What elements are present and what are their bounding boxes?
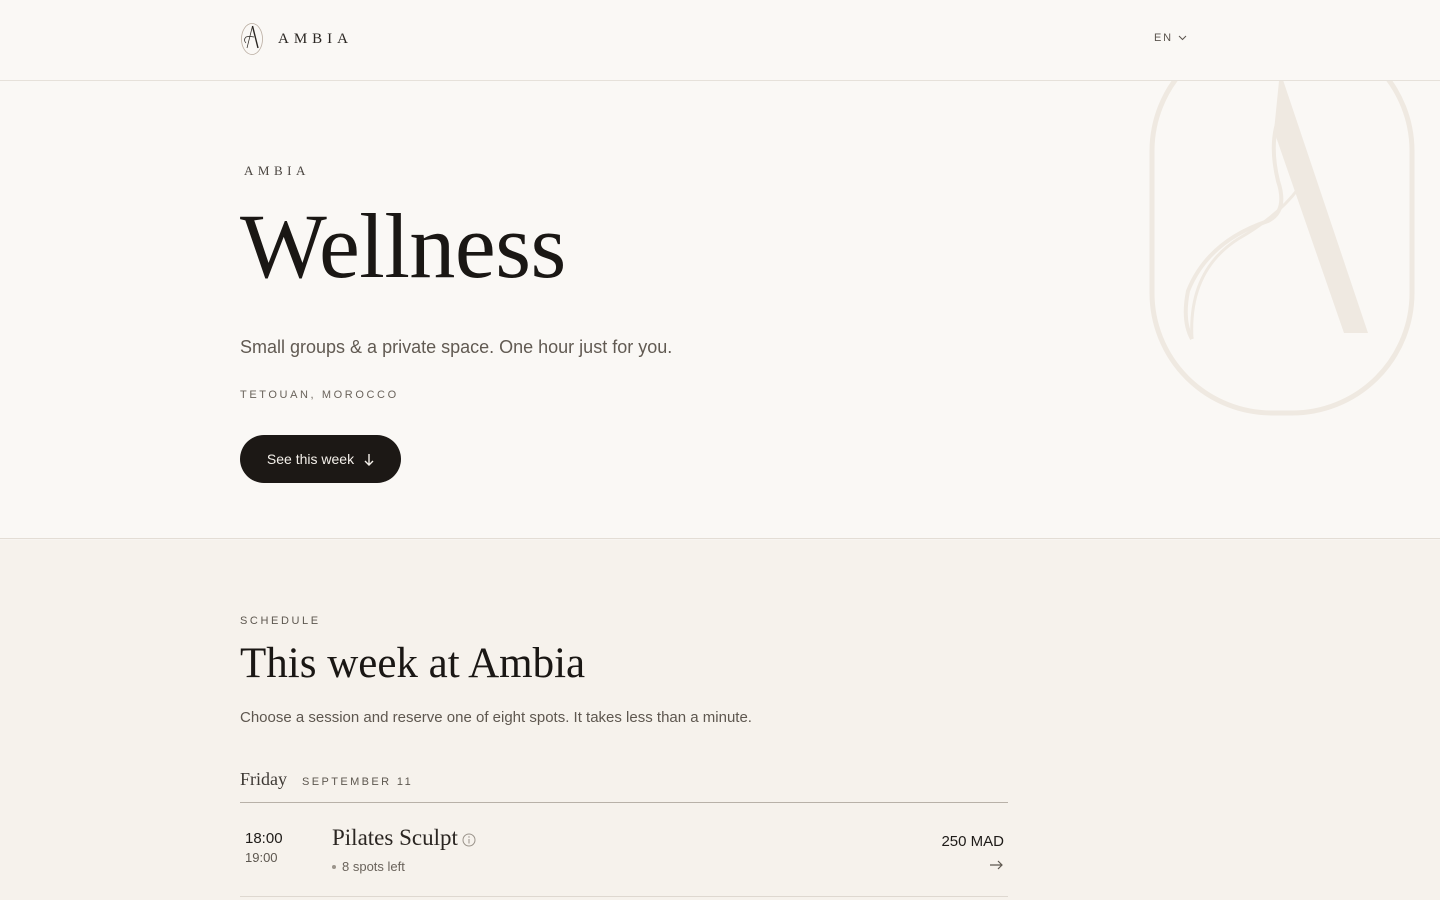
schedule-eyebrow: SCHEDULE xyxy=(240,615,321,627)
page-title: Wellness xyxy=(240,195,566,297)
spots-left-label: 8 spots left xyxy=(342,859,405,874)
language-label: EN xyxy=(1154,32,1173,44)
availability-dot xyxy=(332,864,336,869)
hero-eyebrow: AMBIA xyxy=(244,163,310,178)
arrow-right-icon[interactable] xyxy=(989,860,1003,870)
site-header: AMBIA EN xyxy=(0,0,1440,81)
day-header: Friday SEPTEMBER 11 xyxy=(240,769,1008,803)
schedule-section: SCHEDULE This week at Ambia Choose a ses… xyxy=(0,540,1440,900)
see-this-week-button[interactable]: See this week xyxy=(240,435,401,483)
day-name: Friday xyxy=(240,769,287,789)
arrow-down-icon xyxy=(364,453,374,466)
spots-left: 8 spots left xyxy=(332,859,405,874)
schedule-title: This week at Ambia xyxy=(240,640,586,687)
session-price: 250 MAD xyxy=(941,833,1004,850)
session-name: Pilates Sculpt xyxy=(332,825,458,850)
schedule-subtitle: Choose a session and reserve one of eigh… xyxy=(240,709,752,726)
cta-label: See this week xyxy=(266,451,355,467)
info-icon[interactable] xyxy=(462,833,476,847)
session-start-time: 18:00 xyxy=(245,830,283,847)
hero-subtitle: Small groups & a private space. One hour… xyxy=(240,337,673,357)
brand-name: AMBIA xyxy=(278,30,354,47)
session-end-time: 19:00 xyxy=(245,850,278,865)
day-date: SEPTEMBER 11 xyxy=(302,776,414,788)
a-monogram-icon xyxy=(241,23,263,55)
brand-logo[interactable]: AMBIA xyxy=(240,22,353,56)
hero-section: AMBIA Wellness Small groups & a private … xyxy=(0,81,1440,539)
location-label: TETOUAN, MOROCCO xyxy=(240,389,399,401)
a-monogram-watermark-icon xyxy=(1149,81,1415,416)
language-selector[interactable]: EN xyxy=(1154,32,1187,44)
chevron-down-icon xyxy=(1178,35,1187,41)
session-row[interactable]: 18:00 19:00 Pilates Sculpt 8 spots left … xyxy=(240,803,1008,897)
